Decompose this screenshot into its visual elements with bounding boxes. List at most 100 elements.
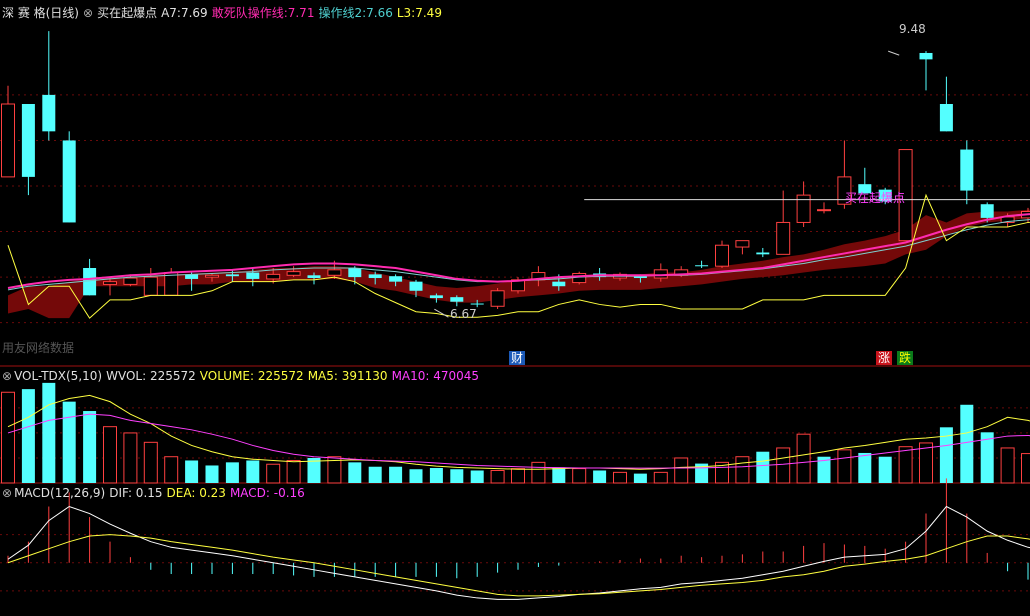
candle-body-down: [980, 204, 994, 218]
candle-body-down: [409, 281, 423, 291]
volume-bar-down: [450, 469, 464, 483]
volume-bar-up: [103, 426, 117, 484]
dif-line: [7, 505, 1030, 600]
candle-body-up: [572, 272, 587, 284]
volume-bar-down: [593, 470, 607, 483]
signal-label: 买在起爆点: [845, 191, 906, 205]
a7-label: A7:: [161, 6, 181, 20]
grid: [0, 94, 1030, 592]
volume-bar-up: [796, 433, 811, 484]
volume-bar-down: [756, 451, 770, 483]
stock-chart[interactable]: [0, 0, 1030, 616]
candle-body-down: [307, 275, 321, 279]
volume-bar-up: [286, 459, 301, 484]
candle-body-up: [653, 269, 668, 279]
candle-body-up: [327, 269, 342, 276]
candle-body-up: [123, 277, 138, 285]
volume-bar-up: [511, 468, 525, 484]
vol-legend: ⊗ VOL-TDX(5,10) WVOL: 225572 VOLUME: 225572…: [2, 369, 483, 383]
volume-bar-down: [409, 469, 423, 483]
volume-bar-up: [613, 471, 627, 484]
dea-value: DEA: 0.23: [166, 486, 226, 500]
line1-value: 7.71: [287, 6, 315, 20]
candle-body-up: [490, 290, 505, 307]
volume-bar-down: [42, 382, 56, 483]
macd-name[interactable]: MACD(12,26,9): [14, 486, 105, 500]
volume-bar-down: [552, 467, 566, 483]
vol-ma10-line: [7, 413, 1030, 469]
macd-value: MACD: -0.16: [229, 486, 305, 500]
candle-body-down: [389, 276, 403, 282]
volume-bar-up: [490, 469, 505, 484]
candle-body-up: [143, 276, 158, 296]
volume-bar-up: [143, 441, 158, 484]
close-circle-icon[interactable]: ⊗: [2, 486, 12, 500]
candle-body-up: [286, 271, 301, 276]
event-die-badge[interactable]: 跌: [897, 351, 914, 365]
candle-body-down: [225, 274, 239, 277]
event-cai-badge[interactable]: 财: [509, 351, 526, 365]
candle-body-up: [715, 244, 729, 267]
candle-body-up: [266, 273, 281, 280]
candle-body-up: [735, 240, 750, 248]
candle-body-down: [62, 140, 76, 223]
volume-bars-layer: [1, 382, 1030, 484]
candle-body-down: [695, 265, 709, 267]
wvol-value: WVOL: 225572: [106, 369, 196, 383]
candle-body-up: [817, 209, 831, 212]
volume-bar-up: [123, 432, 138, 484]
vol-name[interactable]: VOL-TDX(5,10): [14, 369, 102, 383]
macd-legend: ⊗ MACD(12,26,9) DIF: 0.15 DEA: 0.23 MACD: -0…: [2, 486, 309, 500]
l3-label: L3:: [396, 6, 416, 20]
dea-line: [7, 534, 1030, 597]
candle-body-down: [246, 272, 260, 279]
stock-name[interactable]: 深 赛 格(日线): [2, 6, 79, 20]
indicator-name[interactable]: 买在起爆点: [97, 6, 157, 20]
close-circle-icon[interactable]: ⊗: [2, 369, 12, 383]
volume-bar-up: [1, 391, 15, 484]
volume-bar-down: [83, 411, 97, 483]
volume-bar-up: [572, 468, 587, 484]
candle-body-down: [368, 274, 382, 279]
volume-bar-up: [776, 447, 791, 484]
candle-body-down: [919, 52, 933, 60]
volume-bar-down: [429, 467, 443, 483]
candle-body-down: [939, 104, 953, 132]
volume-bar-up: [735, 456, 750, 484]
watermark-text: 用友网络数据: [2, 341, 75, 355]
volume-bar-down: [185, 460, 199, 483]
low-price-label: 6.67: [450, 307, 477, 321]
volume-bar-up: [531, 461, 546, 484]
candle-body-down: [960, 149, 974, 191]
ma5-value: MA5: 391130: [307, 369, 388, 383]
candle-body-down: [450, 297, 464, 302]
ma10-value: MA10: 470045: [391, 369, 480, 383]
volume-bar-down: [246, 460, 260, 483]
volume-bar-down: [858, 452, 872, 483]
high-pointer: [888, 50, 900, 56]
candle-body-up: [776, 221, 791, 255]
line1-label: 敢死队操作线:: [211, 6, 288, 20]
candle-body-down: [552, 281, 566, 287]
candle-body-down: [348, 268, 362, 278]
band-area: [8, 209, 1030, 319]
volume-bar-down: [633, 473, 647, 483]
volume-bar-up: [1021, 453, 1030, 484]
volume-bar-down: [225, 462, 239, 483]
close-circle-icon[interactable]: ⊗: [83, 6, 93, 20]
a7-value: 7.69: [180, 6, 208, 20]
l3-value: 7.49: [415, 6, 442, 20]
volume-value: VOLUME: 225572: [199, 369, 304, 383]
volume-bar-up: [164, 456, 179, 484]
volume-bar-down: [348, 462, 362, 483]
line2-label: 操作线2:: [318, 6, 367, 20]
candles-layer: [1, 31, 1030, 309]
line2-value: 7.66: [366, 6, 393, 20]
red-band-area: [8, 209, 1030, 319]
volume-bar-down: [470, 470, 484, 483]
candle-body-down: [42, 94, 56, 132]
event-zhang-badge[interactable]: 涨: [876, 351, 893, 365]
volume-bar-up: [1000, 447, 1015, 484]
candle-body-up: [103, 281, 117, 285]
volume-bar-down: [878, 456, 892, 483]
